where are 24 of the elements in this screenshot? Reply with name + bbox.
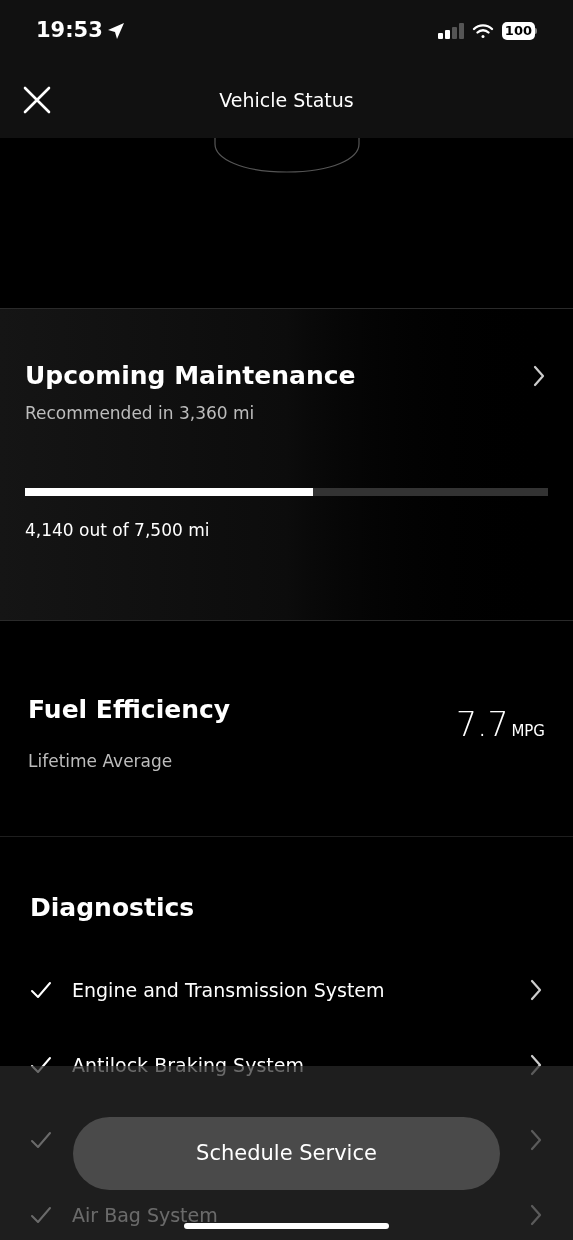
chevron-right-icon (532, 364, 546, 387)
fuel-subtitle: Lifetime Average (28, 749, 174, 773)
wifi-icon (471, 23, 494, 39)
fuel-title: Fuel Efficiency (28, 694, 231, 726)
diagnostic-label: Antilock Braking System (72, 1054, 304, 1076)
signal-icon (437, 23, 464, 39)
close-button[interactable] (22, 85, 52, 115)
location-arrow-icon (106, 22, 125, 40)
diagnostic-label: Engine and Transmission System (72, 979, 385, 1001)
diagnostics-title: Diagnostics (30, 892, 196, 924)
maintenance-card[interactable]: Upcoming Maintenance Recommended in 3,360 mi 4,140 out of 7,500 mi (0, 308, 573, 621)
maintenance-title: Upcoming Maintenance (25, 360, 356, 392)
diagnostic-row[interactable]: Engine and Transmission System (30, 952, 543, 1028)
maintenance-subtitle: Recommended in 3,360 mi (25, 401, 256, 425)
fuel-value: 7.7 (455, 703, 509, 746)
chevron-right-icon (529, 979, 543, 1001)
clock-time: 19:53 (36, 17, 103, 45)
screen-title: Vehicle Status (219, 87, 354, 113)
fuel-unit: MPG (511, 720, 545, 742)
diagnostic-label: Air Bag System (72, 1204, 218, 1226)
battery-indicator: 100 (501, 22, 537, 40)
close-icon (23, 86, 51, 114)
schedule-service-button[interactable]: Schedule Service (73, 1117, 500, 1190)
mileage-reading: 4,140 out of 7,500 mi (25, 519, 211, 542)
